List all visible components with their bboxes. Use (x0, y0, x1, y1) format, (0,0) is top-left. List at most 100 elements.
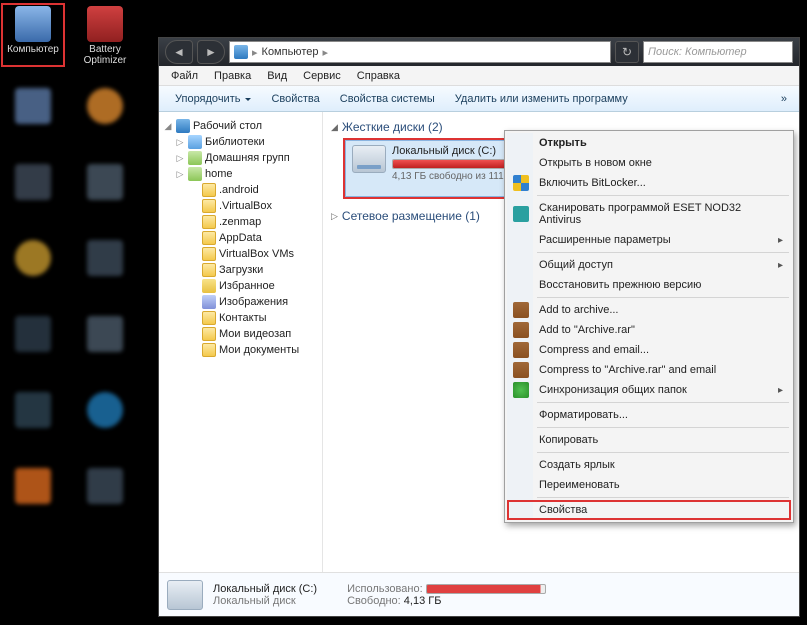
details-used-label: Использовано: (347, 583, 423, 595)
context-menu-item[interactable]: Свойства (507, 500, 791, 520)
toolbar: Упорядочить Свойства Свойства системы Уд… (159, 86, 799, 112)
folder-icon (202, 343, 216, 357)
tree-item[interactable]: .android (161, 182, 320, 198)
separator (537, 195, 789, 196)
menu-view[interactable]: Вид (259, 68, 295, 84)
menu-tools[interactable]: Сервис (295, 68, 349, 84)
tree-item[interactable]: AppData (161, 230, 320, 246)
context-menu-item[interactable]: Compress to "Archive.rar" and email (507, 360, 791, 380)
folder-icon (202, 279, 216, 293)
chevron-down-icon: ◢ (331, 122, 338, 133)
folder-icon (188, 151, 202, 165)
context-menu-item[interactable]: Включить BitLocker... (507, 173, 791, 193)
context-menu-label: Открыть в новом окне (539, 157, 652, 169)
sync-icon (513, 382, 529, 398)
titlebar: ◄ ► ▸ Компьютер ▸ ↻ Поиск: Компьютер (159, 38, 799, 66)
tree-label: Библиотеки (205, 136, 265, 148)
context-menu-item[interactable]: Add to archive... (507, 300, 791, 320)
tree-label: Контакты (219, 312, 267, 324)
folder-icon (202, 183, 216, 197)
separator (537, 427, 789, 428)
context-menu-item[interactable]: Общий доступ (507, 255, 791, 275)
details-pane: Локальный диск (C:) Локальный диск Испол… (159, 572, 799, 616)
tree-item[interactable]: Изображения (161, 294, 320, 310)
context-menu-item[interactable]: Открыть в новом окне (507, 153, 791, 173)
tree-item[interactable]: .zenmap (161, 214, 320, 230)
context-menu-label: Синхронизация общих папок (539, 384, 687, 396)
desktop-icon-label: Компьютер (7, 44, 59, 55)
context-menu-item[interactable]: Создать ярлык (507, 455, 791, 475)
tree-label: Мои документы (219, 344, 299, 356)
toolbar-uninstall[interactable]: Удалить или изменить программу (445, 90, 638, 108)
chevron-right-icon: ▷ (331, 211, 338, 222)
explorer-window: ◄ ► ▸ Компьютер ▸ ↻ Поиск: Компьютер Фай… (158, 37, 800, 617)
category-label: Жесткие диски (2) (342, 120, 443, 134)
tree-label: Мои видеозап (219, 328, 291, 340)
context-menu-label: Открыть (539, 137, 587, 149)
nav-back-button[interactable]: ◄ (165, 40, 193, 64)
tree-item[interactable]: Контакты (161, 310, 320, 326)
context-menu-item[interactable]: Compress and email... (507, 340, 791, 360)
nav-tree: ◢ Рабочий стол ▷Библиотеки▷Домашняя груп… (159, 112, 323, 572)
search-input[interactable]: Поиск: Компьютер (643, 41, 793, 63)
chevron-right-icon: ▷ (175, 169, 185, 180)
drive-icon (167, 580, 203, 610)
context-menu-item[interactable]: Форматировать... (507, 405, 791, 425)
toolbar-properties[interactable]: Свойства (261, 90, 329, 108)
context-menu: Открыть Открыть в новом окне Включить BitL… (504, 130, 794, 523)
menu-edit[interactable]: Правка (206, 68, 259, 84)
breadcrumb-item[interactable]: Компьютер (262, 46, 319, 58)
context-menu-item[interactable]: Восстановить прежнюю версию (507, 275, 791, 295)
desktop: Компьютер Battery Optimizer (0, 0, 150, 625)
context-menu-label: Compress and email... (539, 344, 649, 356)
rar-icon (513, 362, 529, 378)
tree-item[interactable]: VirtualBox VMs (161, 246, 320, 262)
tree-item[interactable]: Мои видеозап (161, 326, 320, 342)
tree-item[interactable]: ▷Домашняя групп (161, 150, 320, 166)
context-menu-item[interactable]: Переименовать (507, 475, 791, 495)
context-menu-label: Копировать (539, 434, 598, 446)
desktop-icon-computer[interactable]: Компьютер (2, 4, 64, 66)
context-menu-item[interactable]: Add to "Archive.rar" (507, 320, 791, 340)
tree-item[interactable]: .VirtualBox (161, 198, 320, 214)
tree-label: Рабочий стол (193, 120, 262, 132)
tree-label: Избранное (219, 280, 275, 292)
tree-item[interactable]: Избранное (161, 278, 320, 294)
tree-label: Изображения (219, 296, 288, 308)
folder-icon (202, 263, 216, 277)
context-menu-item[interactable]: Открыть (507, 133, 791, 153)
tree-label: .VirtualBox (219, 200, 272, 212)
shield-icon (513, 175, 529, 191)
eset-icon (513, 206, 529, 222)
tree-item[interactable]: Мои документы (161, 342, 320, 358)
folder-icon (202, 311, 216, 325)
toolbar-organize[interactable]: Упорядочить (165, 90, 261, 108)
context-menu-label: Переименовать (539, 479, 620, 491)
details-type: Локальный диск (213, 595, 317, 607)
tree-item[interactable]: Загрузки (161, 262, 320, 278)
menu-file[interactable]: Файл (163, 68, 206, 84)
context-menu-item[interactable]: Копировать (507, 430, 791, 450)
nav-forward-button[interactable]: ► (197, 40, 225, 64)
address-bar[interactable]: ▸ Компьютер ▸ (229, 41, 611, 63)
refresh-button[interactable]: ↻ (615, 41, 639, 63)
chevron-right-icon: ▸ (322, 46, 328, 59)
tree-label: Загрузки (219, 264, 263, 276)
tree-root[interactable]: ◢ Рабочий стол (161, 118, 320, 134)
toolbar-system-properties[interactable]: Свойства системы (330, 90, 445, 108)
folder-icon (202, 231, 216, 245)
tree-item[interactable]: ▷Библиотеки (161, 134, 320, 150)
toolbar-overflow[interactable]: » (775, 90, 793, 108)
desktop-icon (176, 119, 190, 133)
menu-help[interactable]: Справка (349, 68, 408, 84)
context-menu-item[interactable]: Сканировать программой ESET NOD32 Antivi… (507, 198, 791, 230)
details-free-value: 4,13 ГБ (404, 595, 442, 607)
desktop-icon-battery-optimizer[interactable]: Battery Optimizer (74, 4, 136, 66)
tree-item[interactable]: ▷home (161, 166, 320, 182)
context-menu-item[interactable]: Расширенные параметры (507, 230, 791, 250)
context-menu-item[interactable]: Синхронизация общих папок (507, 380, 791, 400)
rar-icon (513, 322, 529, 338)
context-menu-label: Расширенные параметры (539, 234, 671, 246)
rar-icon (513, 342, 529, 358)
chevron-down-icon: ◢ (163, 121, 173, 132)
